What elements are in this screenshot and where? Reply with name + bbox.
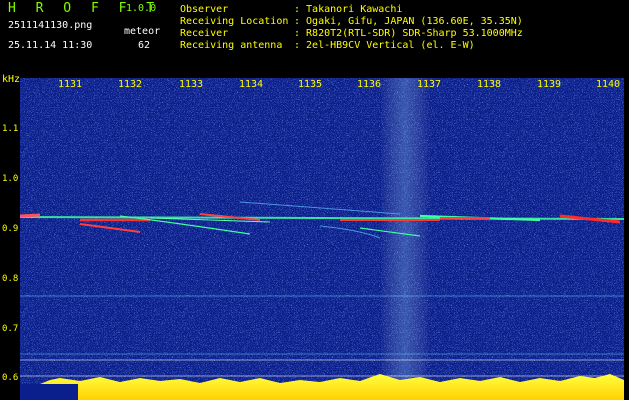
- y-tick-label: 0.8: [2, 274, 19, 284]
- x-tick-label: 1136: [357, 79, 382, 90]
- app-version: 1.0.0: [126, 3, 157, 14]
- baseline-gap: [20, 384, 78, 400]
- date-time: 25.11.14 11:30: [8, 40, 93, 51]
- spectrogram-noise: [20, 78, 624, 400]
- antenna-label: Receiving antenna: [180, 40, 283, 51]
- y-tick-label: 0.9: [2, 224, 19, 234]
- y-tick-label: 1.0: [2, 174, 19, 184]
- x-tick-label: 1133: [179, 79, 204, 90]
- observer-label: Observer: [180, 4, 229, 15]
- receiver-value: : R820T2(RTL-SDR) SDR-Sharp 53.1000MHz: [294, 28, 523, 39]
- interference-band: [380, 78, 430, 400]
- y-tick-label: 0.6: [2, 373, 19, 383]
- x-tick-label: 1139: [537, 79, 562, 90]
- beacon-trace: [20, 213, 41, 218]
- observer-value: : Takanori Kawachi: [294, 4, 403, 15]
- y-tick-label: 0.7: [2, 324, 19, 334]
- x-tick-label: 1137: [417, 79, 442, 90]
- x-tick-label: 1138: [477, 79, 502, 90]
- y-tick-label: 1.1: [2, 124, 19, 134]
- location-value: : Ogaki, Gifu, JAPAN (136.60E, 35.35N): [294, 16, 523, 27]
- y-axis-unit: kHz: [2, 74, 21, 85]
- x-tick-label: 1131: [58, 79, 83, 90]
- x-tick-label: 1135: [298, 79, 323, 90]
- antenna-value: : 2el-HB9CV Vertical (el. E-W): [294, 40, 475, 51]
- x-tick-label: 1140: [596, 79, 621, 90]
- file-name: 2511141130.png: [8, 20, 93, 31]
- receiver-label: Receiver: [180, 28, 229, 39]
- header-panel: H R O F F T 1.0.0 2511141130.png meteor …: [0, 0, 629, 74]
- x-tick-label: 1132: [118, 79, 143, 90]
- meteor-count: 62: [138, 40, 151, 51]
- meteor-label: meteor: [124, 26, 161, 37]
- x-tick-label: 1134: [239, 79, 264, 90]
- spectrogram-plot: [20, 78, 624, 400]
- location-label: Receiving Location: [180, 16, 289, 27]
